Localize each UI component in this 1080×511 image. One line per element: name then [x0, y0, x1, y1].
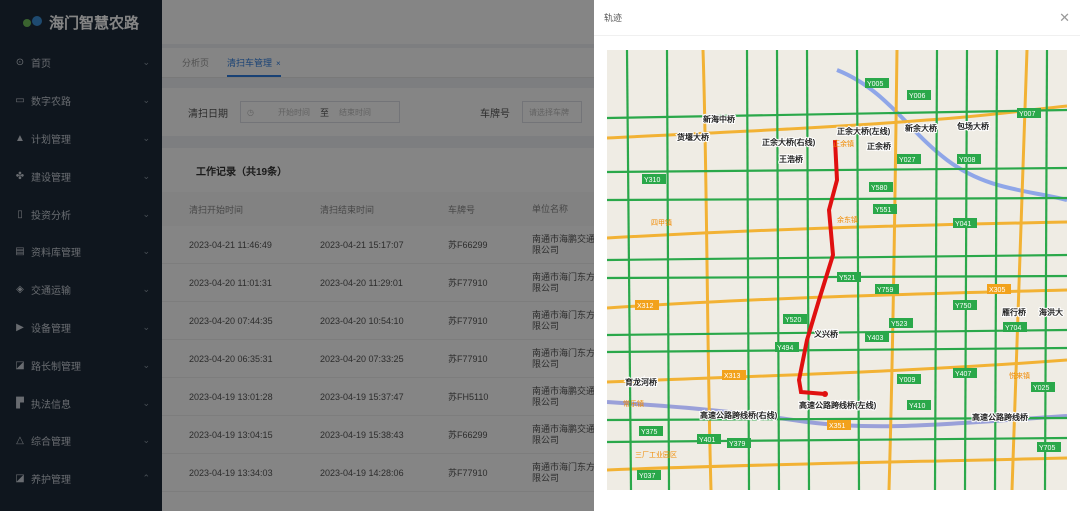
- road-badge: Y009: [899, 377, 915, 384]
- road-badge: Y551: [875, 207, 891, 214]
- map-bridge-label: 高速公路跨线桥(右线): [700, 410, 778, 420]
- road-badge: Y006: [909, 93, 925, 100]
- drawer-header: 轨迹 ✕: [594, 0, 1080, 36]
- map-bridge-label: 海洪大: [1039, 307, 1063, 317]
- map-bridge-label: 新余大桥: [905, 123, 938, 133]
- map-bridge-label: 雁行桥: [1002, 307, 1027, 317]
- map-bridge-label: 正余大桥(左线): [837, 126, 891, 136]
- map-bridge-label: 育龙河桥: [625, 377, 658, 387]
- road-badge: Y007: [1019, 111, 1035, 118]
- map-bridge-label: 新海中桥: [703, 114, 736, 124]
- road-badge: Y750: [955, 303, 971, 310]
- map-bridge-label: 正余桥: [867, 141, 892, 151]
- road-badge: Y759: [877, 287, 893, 294]
- map-town-label: 正余镇: [833, 139, 854, 148]
- road-badge: Y037: [639, 473, 655, 480]
- map-town-label: 常乐镇: [623, 399, 644, 408]
- road-badge: Y005: [867, 81, 883, 88]
- map-bridge-label: 包场大桥: [956, 121, 990, 131]
- map-town-label: 四甲镇: [651, 218, 672, 227]
- road-badge: X312: [637, 303, 653, 310]
- map-town-label: 悦来镇: [1009, 371, 1030, 380]
- map-bridge-label: 货堰大桥: [676, 132, 710, 142]
- road-badge: Y407: [955, 371, 971, 378]
- road-badge: Y523: [891, 321, 907, 328]
- road-badge: Y521: [839, 275, 855, 282]
- map-bridge-label: 高速公路跨线桥(左线): [799, 400, 877, 410]
- map-bridge-label: 义兴桥: [813, 329, 839, 339]
- road-badge: Y041: [955, 221, 971, 228]
- road-badge: X351: [829, 423, 845, 430]
- road-badge: Y401: [699, 437, 715, 444]
- road-badge: Y705: [1039, 445, 1055, 452]
- drawer-title: 轨迹: [604, 13, 623, 23]
- road-badge: Y375: [641, 429, 657, 436]
- track-end-marker: [822, 391, 828, 397]
- road-badge: Y310: [644, 177, 660, 184]
- road-badge: Y379: [729, 441, 745, 448]
- road-badge: Y008: [959, 157, 975, 164]
- road-badge: Y410: [909, 403, 925, 410]
- map-town-label: 余东镇: [837, 215, 858, 224]
- road-badge: Y580: [871, 185, 887, 192]
- road-badge: X305: [989, 287, 1005, 294]
- close-icon[interactable]: ✕: [1059, 10, 1070, 26]
- road-badge: Y027: [899, 157, 915, 164]
- road-badge: Y704: [1005, 325, 1021, 332]
- road-badge: Y520: [785, 317, 801, 324]
- track-map[interactable]: 新海中桥货堰大桥正余大桥(右线) 正余大桥(左线) 新余大桥 包场大桥王浩桥 正余桥义兴…: [607, 50, 1067, 490]
- map-bridge-label: 正余大桥(右线): [762, 137, 816, 147]
- road-badge: X313: [724, 373, 740, 380]
- map-town-label: 三厂工业园区: [635, 450, 677, 459]
- road-badge: Y494: [777, 345, 793, 352]
- road-badge: Y025: [1033, 385, 1049, 392]
- road-badge: Y403: [867, 335, 883, 342]
- track-drawer: 轨迹 ✕ 新海中桥 货堰大桥 正余大桥(右线) 正余大桥(左线) 新余大桥 包场…: [594, 0, 1080, 511]
- map-canvas[interactable]: 新海中桥货堰大桥正余大桥(右线) 正余大桥(左线) 新余大桥 包场大桥王浩桥 正余桥义兴…: [607, 50, 1067, 490]
- map-bridge-label: 王浩桥: [779, 154, 804, 164]
- map-bridge-label: 高速公路跨线桥: [972, 412, 1029, 422]
